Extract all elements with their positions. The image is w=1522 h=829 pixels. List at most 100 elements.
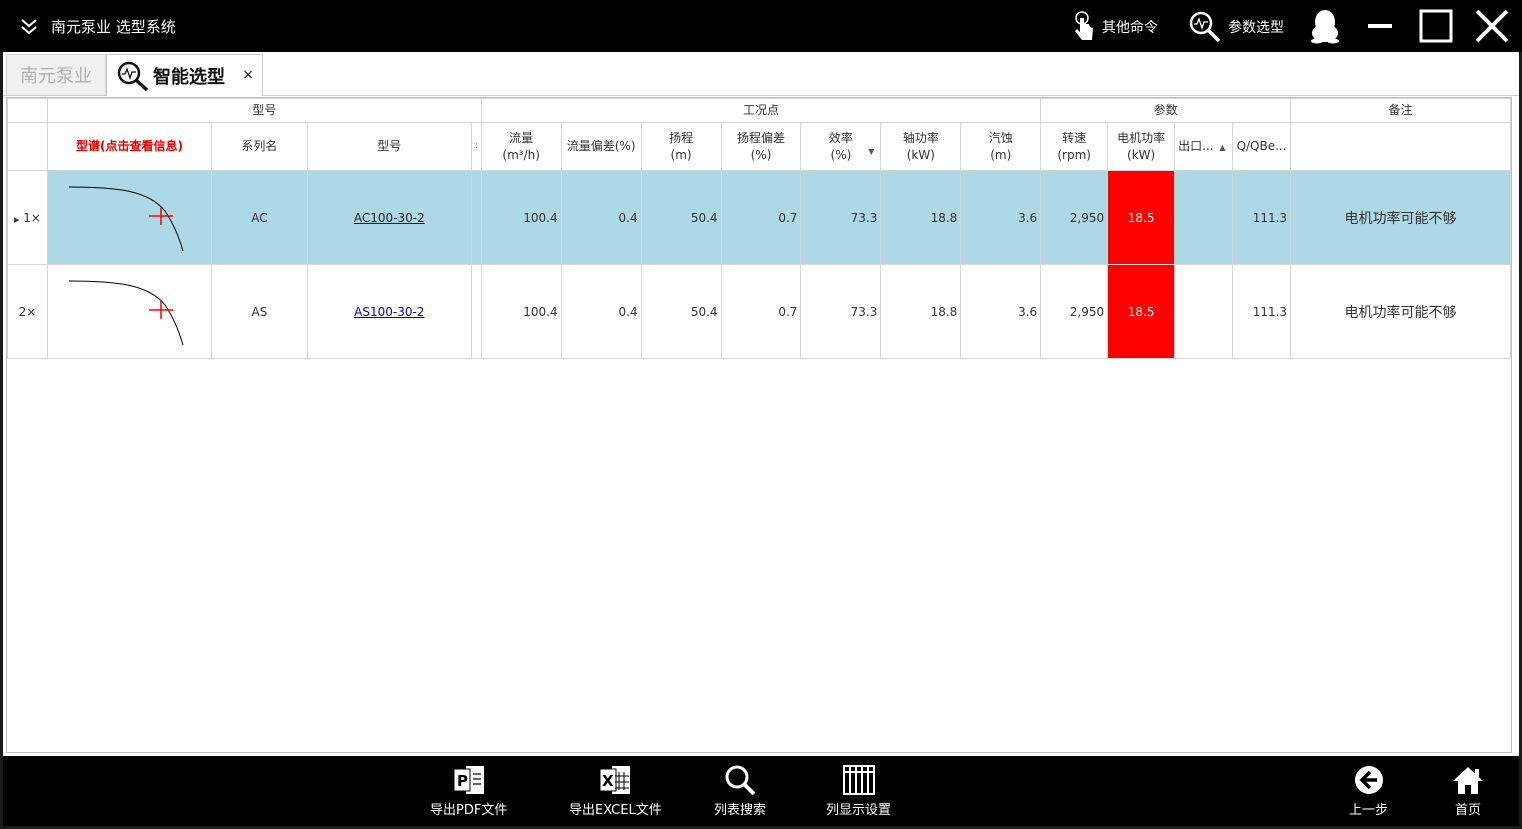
model-cell[interactable]: AC100-30-2 bbox=[306, 170, 472, 265]
back-button[interactable]: 上一步 bbox=[1349, 764, 1388, 818]
double-chevron-down-icon[interactable] bbox=[20, 16, 38, 36]
speed-cell: 2,950 bbox=[1040, 264, 1109, 359]
row-pointer-icon: ▶ bbox=[14, 215, 20, 224]
column-settings-button[interactable]: 列显示设置 bbox=[826, 764, 891, 818]
col-npsh[interactable]: 汽蚀 (m) bbox=[960, 122, 1042, 171]
model-link[interactable]: AC100-30-2 bbox=[354, 211, 425, 225]
export-pdf-button[interactable]: P 导出PDF文件 bbox=[430, 764, 507, 818]
col-series[interactable]: 系列名 bbox=[210, 122, 308, 171]
title-bar: 南元泵业 选型系统 其他命令 参数选型 bbox=[0, 0, 1522, 52]
flow-cell: 100.4 bbox=[480, 170, 562, 265]
band-parameters: 参数 bbox=[1040, 98, 1292, 123]
sort-ascending-icon: ▲ bbox=[1219, 142, 1226, 152]
row-header-blank bbox=[7, 122, 48, 171]
flow-deviation-cell: 0.4 bbox=[560, 264, 642, 359]
app-title: 南元泵业 选型系统 bbox=[51, 18, 176, 36]
table-row[interactable]: ▶ 1× AC AC100-30-2 100.4 0.4 50.4 0.7 73… bbox=[7, 170, 1511, 265]
col-head-deviation[interactable]: 扬程偏差 (%) bbox=[720, 122, 802, 171]
parameter-search-icon bbox=[1189, 11, 1221, 43]
corner-cell bbox=[7, 98, 48, 123]
npsh-cell: 3.6 bbox=[960, 264, 1042, 359]
speed-cell: 2,950 bbox=[1040, 170, 1109, 265]
tab-home[interactable]: 南元泵业 bbox=[6, 54, 106, 96]
model-link[interactable]: AS100-30-2 bbox=[354, 305, 424, 319]
back-label: 上一步 bbox=[1349, 803, 1389, 818]
col-remark[interactable] bbox=[1290, 122, 1511, 171]
efficiency-cell: 73.3 bbox=[800, 170, 882, 265]
list-search-label: 列表搜索 bbox=[714, 803, 767, 818]
head-deviation-cell: 0.7 bbox=[720, 264, 802, 359]
sort-descending-icon: ▼ bbox=[868, 147, 875, 156]
parameter-selection-button[interactable]: 参数选型 bbox=[1188, 10, 1284, 44]
col-shaft-power[interactable]: 轴功率 (kW) bbox=[880, 122, 962, 171]
bottom-toolbar: P 导出PDF文件 X 导出EXCEL文件 列表搜索 列显示设置 上一步 首页 bbox=[3, 756, 1519, 826]
columns-icon bbox=[842, 765, 875, 795]
col-flow[interactable]: 流量 (m³/h) bbox=[480, 122, 562, 171]
band-remark: 备注 bbox=[1290, 98, 1511, 123]
flow-deviation-cell: 0.4 bbox=[560, 170, 642, 265]
column-settings-label: 列显示设置 bbox=[826, 803, 892, 818]
export-excel-button[interactable]: X 导出EXCEL文件 bbox=[569, 764, 662, 818]
col-head[interactable]: 扬程 (m) bbox=[640, 122, 722, 171]
tab-home-label: 南元泵业 bbox=[20, 66, 92, 87]
minimize-icon[interactable] bbox=[1362, 8, 1398, 44]
head-cell: 50.4 bbox=[640, 170, 722, 265]
other-commands-label: 其他命令 bbox=[1102, 20, 1158, 36]
col-narrow[interactable]: : bbox=[470, 122, 482, 171]
pump-curve-thumbnail bbox=[69, 186, 184, 252]
series-cell: AS bbox=[210, 264, 308, 359]
pump-curve-thumbnail bbox=[69, 280, 184, 346]
table-row[interactable]: 2× AS AS100-30-2 100.4 0.4 50.4 0.7 73.3… bbox=[7, 264, 1511, 359]
col-flow-deviation[interactable]: 流量偏差(%) bbox=[560, 122, 642, 171]
curve-cell[interactable] bbox=[46, 264, 212, 359]
touch-hand-icon bbox=[1075, 11, 1093, 40]
maximize-icon[interactable] bbox=[1418, 8, 1454, 44]
npsh-cell: 3.6 bbox=[960, 170, 1042, 265]
narrow-cell bbox=[470, 170, 482, 265]
narrow-cell bbox=[470, 264, 482, 359]
col-motor-power[interactable]: 电机功率 (kW) bbox=[1107, 122, 1176, 171]
head-deviation-cell: 0.7 bbox=[720, 170, 802, 265]
col-curve[interactable]: 型谱(点击查看信息) bbox=[46, 122, 212, 171]
list-search-button[interactable]: 列表搜索 bbox=[714, 764, 766, 818]
q-qbe-cell: 111.3 bbox=[1232, 264, 1292, 359]
efficiency-cell: 73.3 bbox=[800, 264, 882, 359]
col-outlet-label: 出口... bbox=[1178, 138, 1214, 153]
home-button[interactable]: 首页 bbox=[1451, 764, 1485, 818]
close-icon[interactable] bbox=[1474, 8, 1510, 44]
row-index: 2× bbox=[18, 304, 37, 319]
tab-smart-selection[interactable]: 智能选型 × bbox=[106, 54, 263, 96]
arrow-left-circle-icon bbox=[1354, 766, 1383, 794]
col-outlet[interactable]: 出口... ▲ bbox=[1174, 122, 1234, 171]
svg-text:P: P bbox=[457, 772, 468, 790]
outlet-cell bbox=[1174, 264, 1234, 359]
tab-close-icon[interactable]: × bbox=[242, 67, 254, 83]
col-speed[interactable]: 转速 (rpm) bbox=[1040, 122, 1109, 171]
home-label: 首页 bbox=[1454, 803, 1481, 818]
qq-penguin-icon[interactable] bbox=[1307, 8, 1343, 44]
curve-cell[interactable] bbox=[46, 170, 212, 265]
col-model[interactable]: 型号 bbox=[306, 122, 472, 171]
other-commands-button[interactable]: 其他命令 bbox=[1072, 10, 1158, 44]
results-grid: 型号 工况点 参数 备注 型谱(点击查看信息) 系列名 型号 : 流量 (m³/… bbox=[6, 97, 1512, 753]
band-duty-point: 工况点 bbox=[480, 98, 1042, 123]
row-index-cell[interactable]: ▶ 1× bbox=[7, 170, 48, 265]
row-index-cell[interactable]: 2× bbox=[7, 264, 48, 359]
motor-power-cell: 18.5 bbox=[1107, 170, 1176, 265]
model-cell[interactable]: AS100-30-2 bbox=[306, 264, 472, 359]
q-qbe-cell: 111.3 bbox=[1232, 170, 1292, 265]
series-cell: AC bbox=[210, 170, 308, 265]
remark-cell: 电机功率可能不够 bbox=[1290, 170, 1511, 265]
shaft-power-cell: 18.8 bbox=[880, 264, 962, 359]
row-index: 1× bbox=[23, 210, 41, 225]
smart-search-icon bbox=[117, 61, 149, 91]
export-excel-label: 导出EXCEL文件 bbox=[569, 803, 662, 818]
excel-file-icon: X bbox=[599, 766, 631, 794]
svg-text:X: X bbox=[602, 772, 614, 790]
band-model: 型号 bbox=[46, 98, 482, 123]
tab-strip: 南元泵业 智能选型 × bbox=[3, 52, 1519, 96]
results-table: 型号 工况点 参数 备注 型谱(点击查看信息) 系列名 型号 : 流量 (m³/… bbox=[7, 98, 1511, 359]
tab-smart-selection-label: 智能选型 bbox=[153, 66, 225, 88]
col-q-qbe[interactable]: Q/QBe... bbox=[1232, 122, 1292, 171]
col-efficiency[interactable]: 效率 (%) ▼ bbox=[800, 122, 882, 171]
